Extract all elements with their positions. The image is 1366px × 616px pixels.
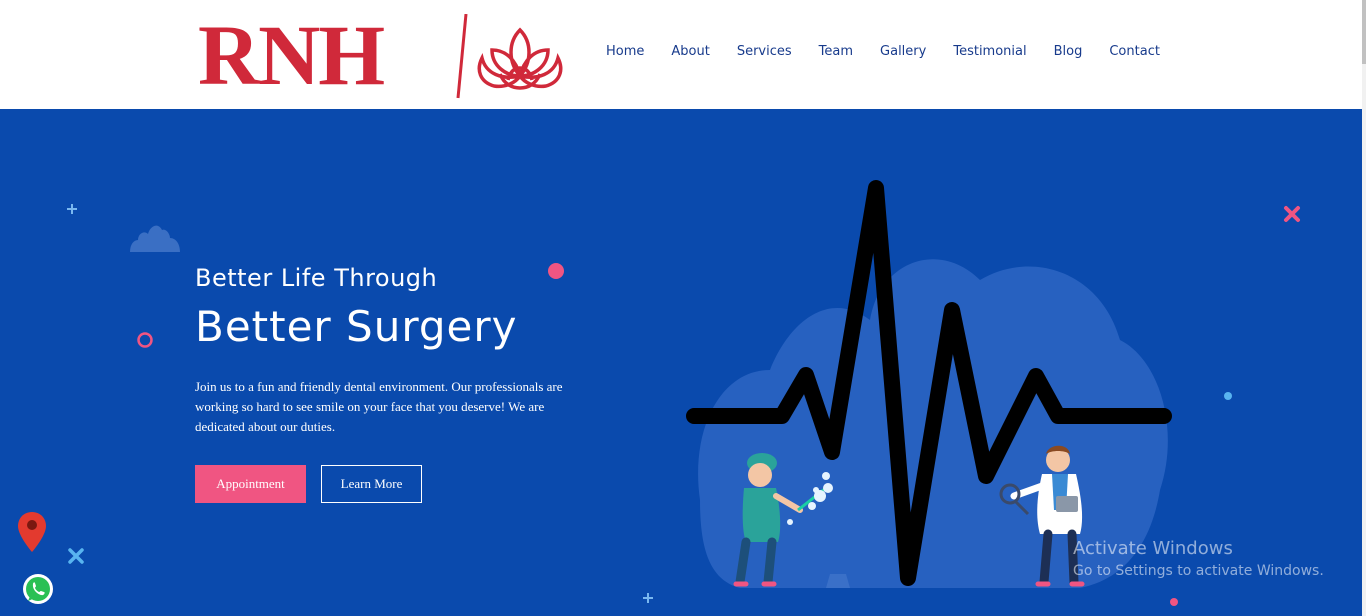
ring-icon [137,332,153,348]
nav-services[interactable]: Services [737,44,792,59]
nav-testimonial[interactable]: Testimonial [953,44,1026,59]
star-small-icon [67,204,77,214]
site-header: RNH Home About Services Team Gallery Tes… [0,0,1362,109]
nav-home[interactable]: Home [606,44,644,59]
blue-dot-icon [1224,392,1232,400]
whatsapp-icon[interactable] [22,573,54,605]
scrollbar-thumb[interactable] [1362,0,1366,64]
lotus-icon [456,14,563,99]
hero-title-line1: Better Life Through [195,264,438,292]
nav-gallery[interactable]: Gallery [880,44,926,59]
cross-blue-icon [68,548,84,564]
cloud-shape-icon [130,225,180,252]
main-nav: Home About Services Team Gallery Testimo… [606,44,1187,59]
learn-more-button[interactable]: Learn More [321,465,422,503]
logo-text: RNH [198,7,385,103]
nav-team[interactable]: Team [819,44,853,59]
appointment-button[interactable]: Appointment [195,465,306,503]
hero-description: Join us to a fun and friendly dental env… [195,379,563,434]
cross-pink-icon [1284,206,1300,222]
pink-dot-icon [548,263,564,279]
windows-activation-watermark: Activate Windows Go to Settings to activ… [1073,538,1324,581]
site-logo[interactable]: RNH [198,10,578,100]
hero-illustration [686,180,1172,588]
watermark-title: Activate Windows [1073,538,1233,559]
star-bottom-icon [643,593,653,603]
nav-blog[interactable]: Blog [1054,44,1083,59]
map-pin-icon[interactable] [16,510,48,554]
page-scrollbar[interactable] [1362,0,1366,616]
watermark-subtitle: Go to Settings to activate Windows. [1073,563,1324,579]
nav-about[interactable]: About [671,44,709,59]
nav-contact[interactable]: Contact [1109,44,1160,59]
hero-title-line2: Better Surgery [195,302,518,351]
